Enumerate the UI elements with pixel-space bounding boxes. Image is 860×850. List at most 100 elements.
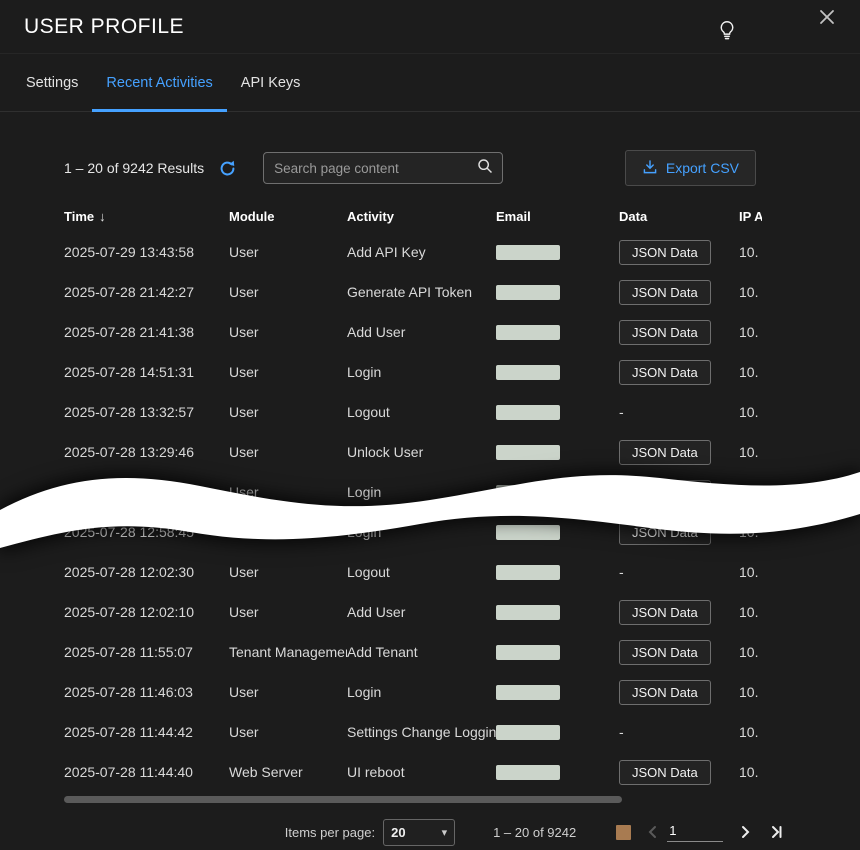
json-data-button[interactable]: JSON Data (619, 280, 711, 305)
json-data-button[interactable]: JSON Data (619, 320, 711, 345)
cell-module: User (229, 324, 347, 340)
cell-data: - (619, 724, 739, 740)
table-row: 2025-07-28 12:02:10 User Add User JSON D… (64, 592, 762, 632)
horizontal-scrollbar-thumb[interactable] (64, 796, 622, 803)
user-profile-modal: USER PROFILE Settings Recent Activities … (0, 0, 860, 850)
cell-activity: Add Tenant (347, 644, 496, 660)
previous-page-button[interactable] (645, 824, 661, 840)
download-icon (642, 159, 658, 178)
table-row: 2025-07-28 11:44:42 User Settings Change… (64, 712, 762, 752)
cell-data: JSON Data (619, 520, 739, 545)
redacted-email-block (496, 765, 560, 780)
column-header-time[interactable]: Time↓ (64, 209, 229, 224)
cell-ip: 10. (739, 324, 762, 340)
table-row: 2025-07-28 13:29:46 User Unlock User JSO… (64, 432, 762, 472)
cell-data: JSON Data (619, 600, 739, 625)
column-header-email[interactable]: Email (496, 209, 619, 224)
cell-module: Web Server (229, 764, 347, 780)
cell-data: JSON Data (619, 320, 739, 345)
cell-module: User (229, 604, 347, 620)
cell-time: 2025-07-28 11:55:07 (64, 644, 229, 660)
column-header-activity[interactable]: Activity (347, 209, 496, 224)
json-data-button[interactable]: JSON Data (619, 480, 711, 505)
cell-time: 2025-07-28 11:44:40 (64, 764, 229, 780)
tab-settings[interactable]: Settings (12, 54, 92, 111)
tab-recent-activities[interactable]: Recent Activities (92, 54, 226, 111)
cell-module: User (229, 364, 347, 380)
table-row: 2025-07-28 13:13:18 User Login JSON Data… (64, 472, 762, 512)
redacted-email-block (496, 445, 560, 460)
column-header-ip[interactable]: IP Address (739, 209, 762, 224)
json-data-button[interactable]: JSON Data (619, 760, 711, 785)
json-data-button[interactable]: JSON Data (619, 600, 711, 625)
cell-time: 2025-07-28 12:02:10 (64, 604, 229, 620)
cell-time: 2025-07-28 21:42:27 (64, 284, 229, 300)
export-csv-button[interactable]: Export CSV (625, 150, 756, 186)
cell-time: 2025-07-28 12:02:30 (64, 564, 229, 580)
cell-time: 2025-07-28 11:44:42 (64, 724, 229, 740)
cell-module: User (229, 724, 347, 740)
sort-desc-icon: ↓ (99, 209, 106, 224)
cell-activity: Login (347, 364, 496, 380)
cell-email (496, 324, 619, 341)
cell-activity: Logout (347, 404, 496, 420)
json-data-button[interactable]: JSON Data (619, 240, 711, 265)
cell-time: 2025-07-28 13:13:18 (64, 484, 229, 500)
tab-api-keys[interactable]: API Keys (227, 54, 315, 111)
cell-email (496, 244, 619, 261)
table-row: 2025-07-28 11:55:07 Tenant Management Ad… (64, 632, 762, 672)
cell-module: User (229, 284, 347, 300)
modal-header: USER PROFILE (0, 0, 860, 54)
json-data-button[interactable]: JSON Data (619, 360, 711, 385)
cell-time: 2025-07-28 13:29:46 (64, 444, 229, 460)
column-header-module[interactable]: Module (229, 209, 347, 224)
cell-data: JSON Data (619, 280, 739, 305)
redacted-email-block (496, 565, 560, 580)
cell-activity: Logout (347, 564, 496, 580)
page-range-label: 1 – 20 of 9242 (493, 825, 576, 840)
table-row: 2025-07-28 12:02:30 User Logout - 10. (64, 552, 762, 592)
cell-activity: Login (347, 524, 496, 540)
page-number-input[interactable] (667, 823, 723, 842)
cell-module: User (229, 684, 347, 700)
redacted-email-block (496, 245, 560, 260)
search-icon[interactable] (476, 157, 494, 180)
search-box (263, 152, 503, 184)
page-indicator-swatch (616, 825, 631, 840)
results-count: 1 – 20 of 9242 Results (64, 160, 204, 176)
cell-email (496, 484, 619, 501)
redacted-email-block (496, 525, 560, 540)
redacted-email-block (496, 285, 560, 300)
table-row: 2025-07-28 21:41:38 User Add User JSON D… (64, 312, 762, 352)
cell-email (496, 284, 619, 301)
cell-ip: 10. (739, 404, 762, 420)
cell-ip: 10. (739, 724, 762, 740)
cell-activity: Login (347, 484, 496, 500)
lightbulb-icon[interactable] (716, 18, 738, 42)
cell-time: 2025-07-28 12:58:45 (64, 524, 229, 540)
redacted-email-block (496, 485, 560, 500)
cell-email (496, 364, 619, 381)
search-input[interactable] (272, 160, 476, 177)
cell-ip: 10. (739, 684, 762, 700)
close-icon[interactable] (818, 8, 836, 31)
json-data-button[interactable]: JSON Data (619, 680, 711, 705)
items-per-page-select[interactable]: 20 ▾ (383, 819, 455, 846)
cell-data: JSON Data (619, 480, 739, 505)
cell-module: User (229, 484, 347, 500)
next-page-button[interactable] (737, 824, 753, 840)
table-header-row: Time↓ Module Activity Email Data IP Addr… (64, 200, 762, 232)
cell-module: Tenant Management (229, 644, 347, 660)
refresh-icon[interactable] (218, 159, 237, 178)
column-header-data[interactable]: Data (619, 209, 739, 224)
redacted-email-block (496, 365, 560, 380)
json-data-button[interactable]: JSON Data (619, 640, 711, 665)
cell-ip: 10. (739, 764, 762, 780)
cell-activity: Generate API Token (347, 284, 496, 300)
json-data-button[interactable]: JSON Data (619, 440, 711, 465)
last-page-button[interactable] (767, 824, 785, 840)
activities-table: Time↓ Module Activity Email Data IP Addr… (64, 200, 762, 792)
paginator: Items per page: 20 ▾ 1 – 20 of 9242 (105, 817, 860, 847)
cell-activity: Login (347, 684, 496, 700)
json-data-button[interactable]: JSON Data (619, 520, 711, 545)
